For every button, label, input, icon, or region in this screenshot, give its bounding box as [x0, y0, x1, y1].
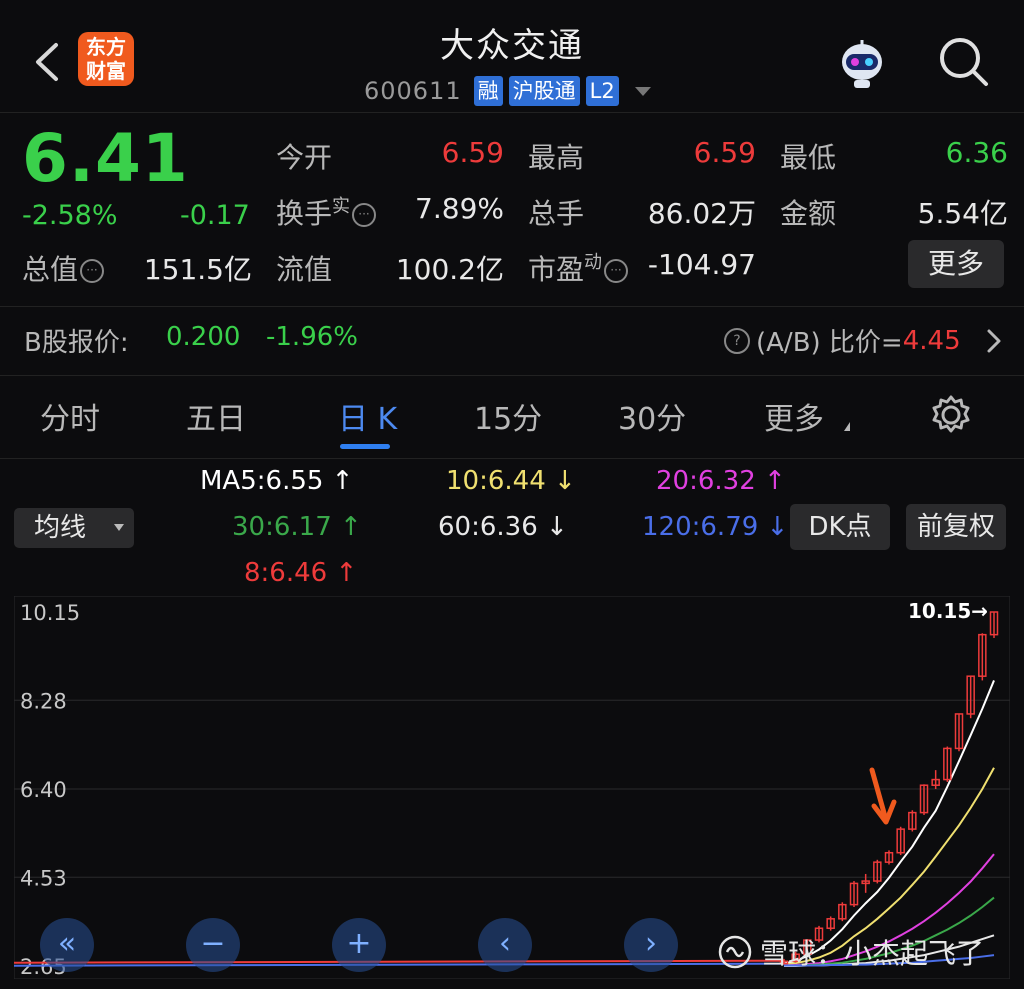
volume-value: 86.02万 — [647, 197, 756, 230]
y-tick-label: 8.28 — [20, 689, 67, 713]
tab-more[interactable]: 更多 — [764, 394, 824, 438]
last-price: 6.41 — [22, 120, 189, 197]
open-label: 今开 — [276, 141, 333, 174]
volume-label: 总手 — [528, 197, 585, 230]
more-info-icon[interactable]: ··· — [604, 259, 629, 283]
tab-daily-k[interactable]: 日 K — [338, 394, 397, 438]
b-share-price: 0.200 — [166, 322, 241, 352]
float-cap-label: 流值 — [276, 253, 333, 286]
b-share-percent: -1.96% — [266, 322, 358, 352]
tab-more-caret-icon — [844, 422, 850, 431]
ma60-label: 60:6.36 ↓ — [438, 512, 568, 542]
turnover-sup: 实 — [332, 196, 351, 217]
max-price-label: 10.15→ — [908, 599, 988, 623]
assistant-robot-icon[interactable] — [834, 36, 890, 90]
search-icon — [940, 38, 988, 86]
pe-label[interactable]: 市盈动 ··· — [528, 248, 629, 288]
low-label: 最低 — [780, 141, 837, 174]
logo-line-2: 财富 — [86, 59, 126, 83]
ma-type-label: 均线 — [34, 513, 87, 543]
ma120-label: 120:6.79 ↓ — [642, 512, 789, 542]
ma10-label: 10:6.44 ↓ — [446, 466, 576, 496]
y-tick-label: 10.15 — [20, 601, 80, 625]
tag-l2: L2 — [585, 76, 619, 106]
watermark-text: 雪球：小杰起飞了 — [760, 937, 985, 970]
help-icon[interactable]: ? — [724, 327, 750, 354]
app-logo[interactable]: 东方 财富 — [78, 32, 134, 86]
ma20-value: 20:6.32 — [656, 466, 756, 496]
tab-five-day[interactable]: 五日 — [186, 394, 246, 438]
high-value: 6.59 — [693, 136, 756, 169]
search-button[interactable] — [936, 34, 992, 90]
tag-connect: 沪股通 — [508, 76, 580, 106]
more-quote-button[interactable]: 更多 — [908, 240, 1004, 288]
back-button[interactable] — [22, 34, 72, 90]
turnover-value: 7.89% — [415, 192, 504, 225]
stock-name-title: 大众交通 — [440, 26, 584, 66]
ma5-label: MA5:6.55 ↑ — [200, 466, 354, 496]
ma20-label: 20:6.32 ↑ — [656, 466, 786, 496]
market-cap-label-text: 总值 — [22, 253, 79, 286]
change-amount: -0.17 — [180, 200, 250, 231]
scroll-left-button[interactable]: ‹ — [478, 918, 532, 972]
open-value: 6.59 — [441, 136, 504, 169]
gear-icon — [932, 395, 970, 433]
forward-adjust-button[interactable]: 前复权 — [906, 504, 1006, 550]
pe-label-text: 市盈 — [528, 253, 585, 286]
y-tick-label: 4.53 — [20, 866, 67, 890]
caret-down-icon — [114, 524, 124, 531]
ma60-value: 60:6.36 — [438, 512, 538, 542]
market-cap-value: 151.5亿 — [143, 253, 252, 286]
pe-sup: 动 — [584, 252, 603, 273]
y-tick-label: 6.40 — [20, 778, 67, 802]
pe-value: -104.97 — [647, 248, 756, 281]
tag-margin: 融 — [473, 76, 503, 106]
b-share-label: B股报价: — [24, 328, 129, 358]
zoom-in-button[interactable]: + — [332, 918, 386, 972]
scroll-to-start-button[interactable]: « — [40, 918, 94, 972]
tab-15min[interactable]: 15分 — [474, 394, 542, 438]
dk-point-label: DK点 — [808, 512, 872, 542]
more-info-icon[interactable]: ··· — [352, 203, 377, 227]
float-cap-value: 100.2亿 — [395, 253, 504, 286]
ma30-label: 30:6.17 ↑ — [232, 512, 362, 542]
tab-30min[interactable]: 30分 — [618, 394, 686, 438]
ab-ratio-value: 4.45 — [902, 325, 961, 356]
ma8-label: 8:6.46 ↑ — [244, 558, 358, 588]
change-percent: -2.58% — [22, 200, 118, 231]
ma120-value: 120:6.79 — [642, 512, 759, 542]
dk-point-button[interactable]: DK点 — [790, 504, 890, 550]
xueqiu-logo-icon — [718, 935, 752, 969]
active-tab-indicator — [340, 444, 390, 449]
stock-subline[interactable]: 600611 融 沪股通 L2 — [364, 74, 651, 108]
chart-settings-button[interactable] — [930, 394, 972, 436]
watermark: 雪球：小杰起飞了 — [718, 932, 984, 972]
ab-ratio[interactable]: ? (A/B) 比价= 4.45 — [722, 322, 961, 359]
market-cap-label[interactable]: 总值 ··· — [22, 248, 105, 288]
ma10-value: 10:6.44 — [446, 466, 546, 496]
chevron-right-icon[interactable] — [984, 326, 1004, 356]
ma8-value: 8:6.46 — [244, 558, 328, 588]
amount-value: 5.54亿 — [917, 197, 1008, 230]
low-value: 6.36 — [945, 136, 1008, 169]
zoom-out-button[interactable]: − — [186, 918, 240, 972]
tab-intraday[interactable]: 分时 — [40, 394, 100, 438]
more-info-icon[interactable]: ··· — [80, 259, 105, 283]
logo-line-1: 东方 — [86, 35, 126, 59]
chevron-down-icon[interactable] — [634, 86, 651, 96]
ma5-value: MA5:6.55 — [200, 466, 324, 496]
turnover-label-text: 换手 — [276, 197, 333, 230]
turnover-label[interactable]: 换手实 ··· — [276, 192, 377, 232]
chevron-left-icon — [36, 43, 58, 81]
high-label: 最高 — [528, 141, 585, 174]
scroll-right-button[interactable]: › — [624, 918, 678, 972]
ab-ratio-label: (A/B) 比价= — [756, 328, 903, 358]
ma30-value: 30:6.17 — [232, 512, 332, 542]
ma-type-dropdown[interactable]: 均线 — [14, 508, 134, 548]
stock-code: 600611 — [364, 77, 462, 105]
amount-label: 金额 — [780, 197, 837, 230]
